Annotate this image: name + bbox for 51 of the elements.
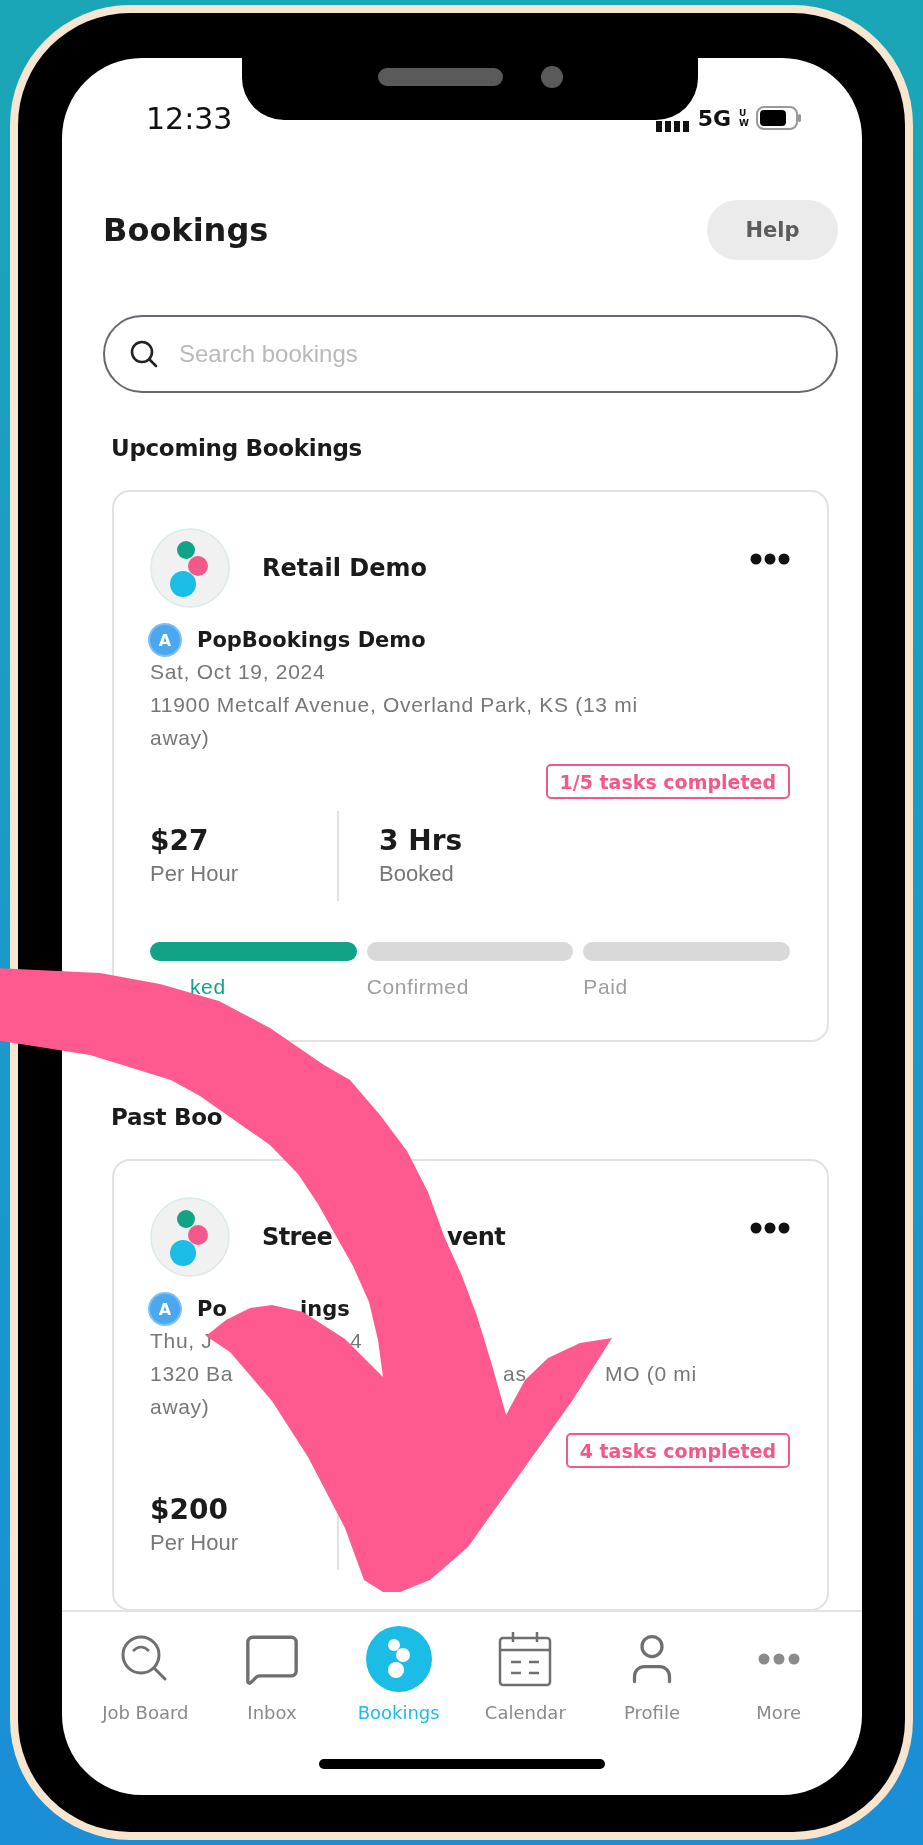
booking-title: vent [447, 1223, 506, 1251]
booking-card[interactable]: Retail Demo A PopBookings Demo Sat, Oct 19, 2024 11900 Metcalf Avenue, Overland Park, KS (13 mi away) 1/5 tasks completed $27 Per Hour 3 Hrs Booked ked Confirmed Paid [112, 490, 829, 1042]
progress-step-label: ked [190, 974, 227, 1000]
nav-tab[interactable]: Profile [588, 1626, 716, 1723]
organizer-name: ings [300, 1297, 350, 1321]
more-icon [757, 1653, 800, 1665]
booking-title: Retail Demo [262, 554, 427, 582]
network-subtype: UW [739, 108, 748, 128]
booking-title: Stree [262, 1223, 334, 1251]
more-options-button[interactable] [750, 1221, 790, 1235]
booking-address: away) [150, 1394, 211, 1420]
rate-value: $27 [150, 823, 210, 859]
rate-value: $200 [150, 1492, 229, 1528]
search-icon [129, 339, 159, 369]
tasks-progress-tag: 1/5 tasks completed [545, 764, 790, 799]
signal-icon [655, 120, 690, 132]
booking-address: as [503, 1361, 528, 1387]
verified-badge: A [150, 1294, 180, 1324]
organizer-name: Po [197, 1297, 228, 1321]
nav-tab[interactable]: Inbox [208, 1626, 336, 1723]
progress-step-label: Paid [583, 974, 629, 1000]
rate-label: Per Hour [150, 1529, 240, 1557]
booking-address: MO (0 mi [605, 1361, 698, 1387]
section-heading: Past Boo [111, 1103, 224, 1132]
rate-label: Per Hour [150, 860, 240, 888]
hours-label: Booked [379, 860, 455, 888]
search-field[interactable]: Search bookings [103, 315, 838, 393]
more-options-button[interactable] [750, 552, 790, 566]
booking-date: 4 [350, 1328, 364, 1354]
verified-badge: A [150, 625, 180, 655]
page-title: Bookings [103, 211, 269, 249]
status-time: 12:33 [146, 100, 233, 136]
progress-step-label: Confirmed [366, 974, 470, 1000]
nav-tab[interactable]: Job Board [82, 1626, 209, 1723]
nav-tab[interactable]: Bookings [335, 1626, 462, 1723]
calendar-icon [497, 1630, 554, 1688]
battery-icon [756, 106, 802, 130]
bookings-logo-icon [365, 1626, 432, 1692]
nav-tab[interactable]: Calendar [462, 1626, 589, 1723]
booking-date: Sat, Oct 19, 2024 [150, 659, 327, 685]
more-icon [750, 552, 790, 566]
booking-address: 11900 Metcalf Avenue, Overland Park, KS (13 mi away) [150, 692, 639, 751]
nav-tab[interactable]: More [715, 1626, 842, 1723]
section-heading: Upcoming Bookings [111, 434, 363, 463]
organizer-name: PopBookings Demo [197, 628, 426, 652]
network-type: 5G [697, 105, 731, 131]
help-button[interactable]: Help [707, 200, 838, 260]
tasks-progress-tag: 4 tasks completed [565, 1433, 790, 1468]
booking-address: 1320 Ba [150, 1361, 235, 1387]
hours-value: 3 Hrs [379, 823, 463, 859]
more-icon [750, 1221, 790, 1235]
